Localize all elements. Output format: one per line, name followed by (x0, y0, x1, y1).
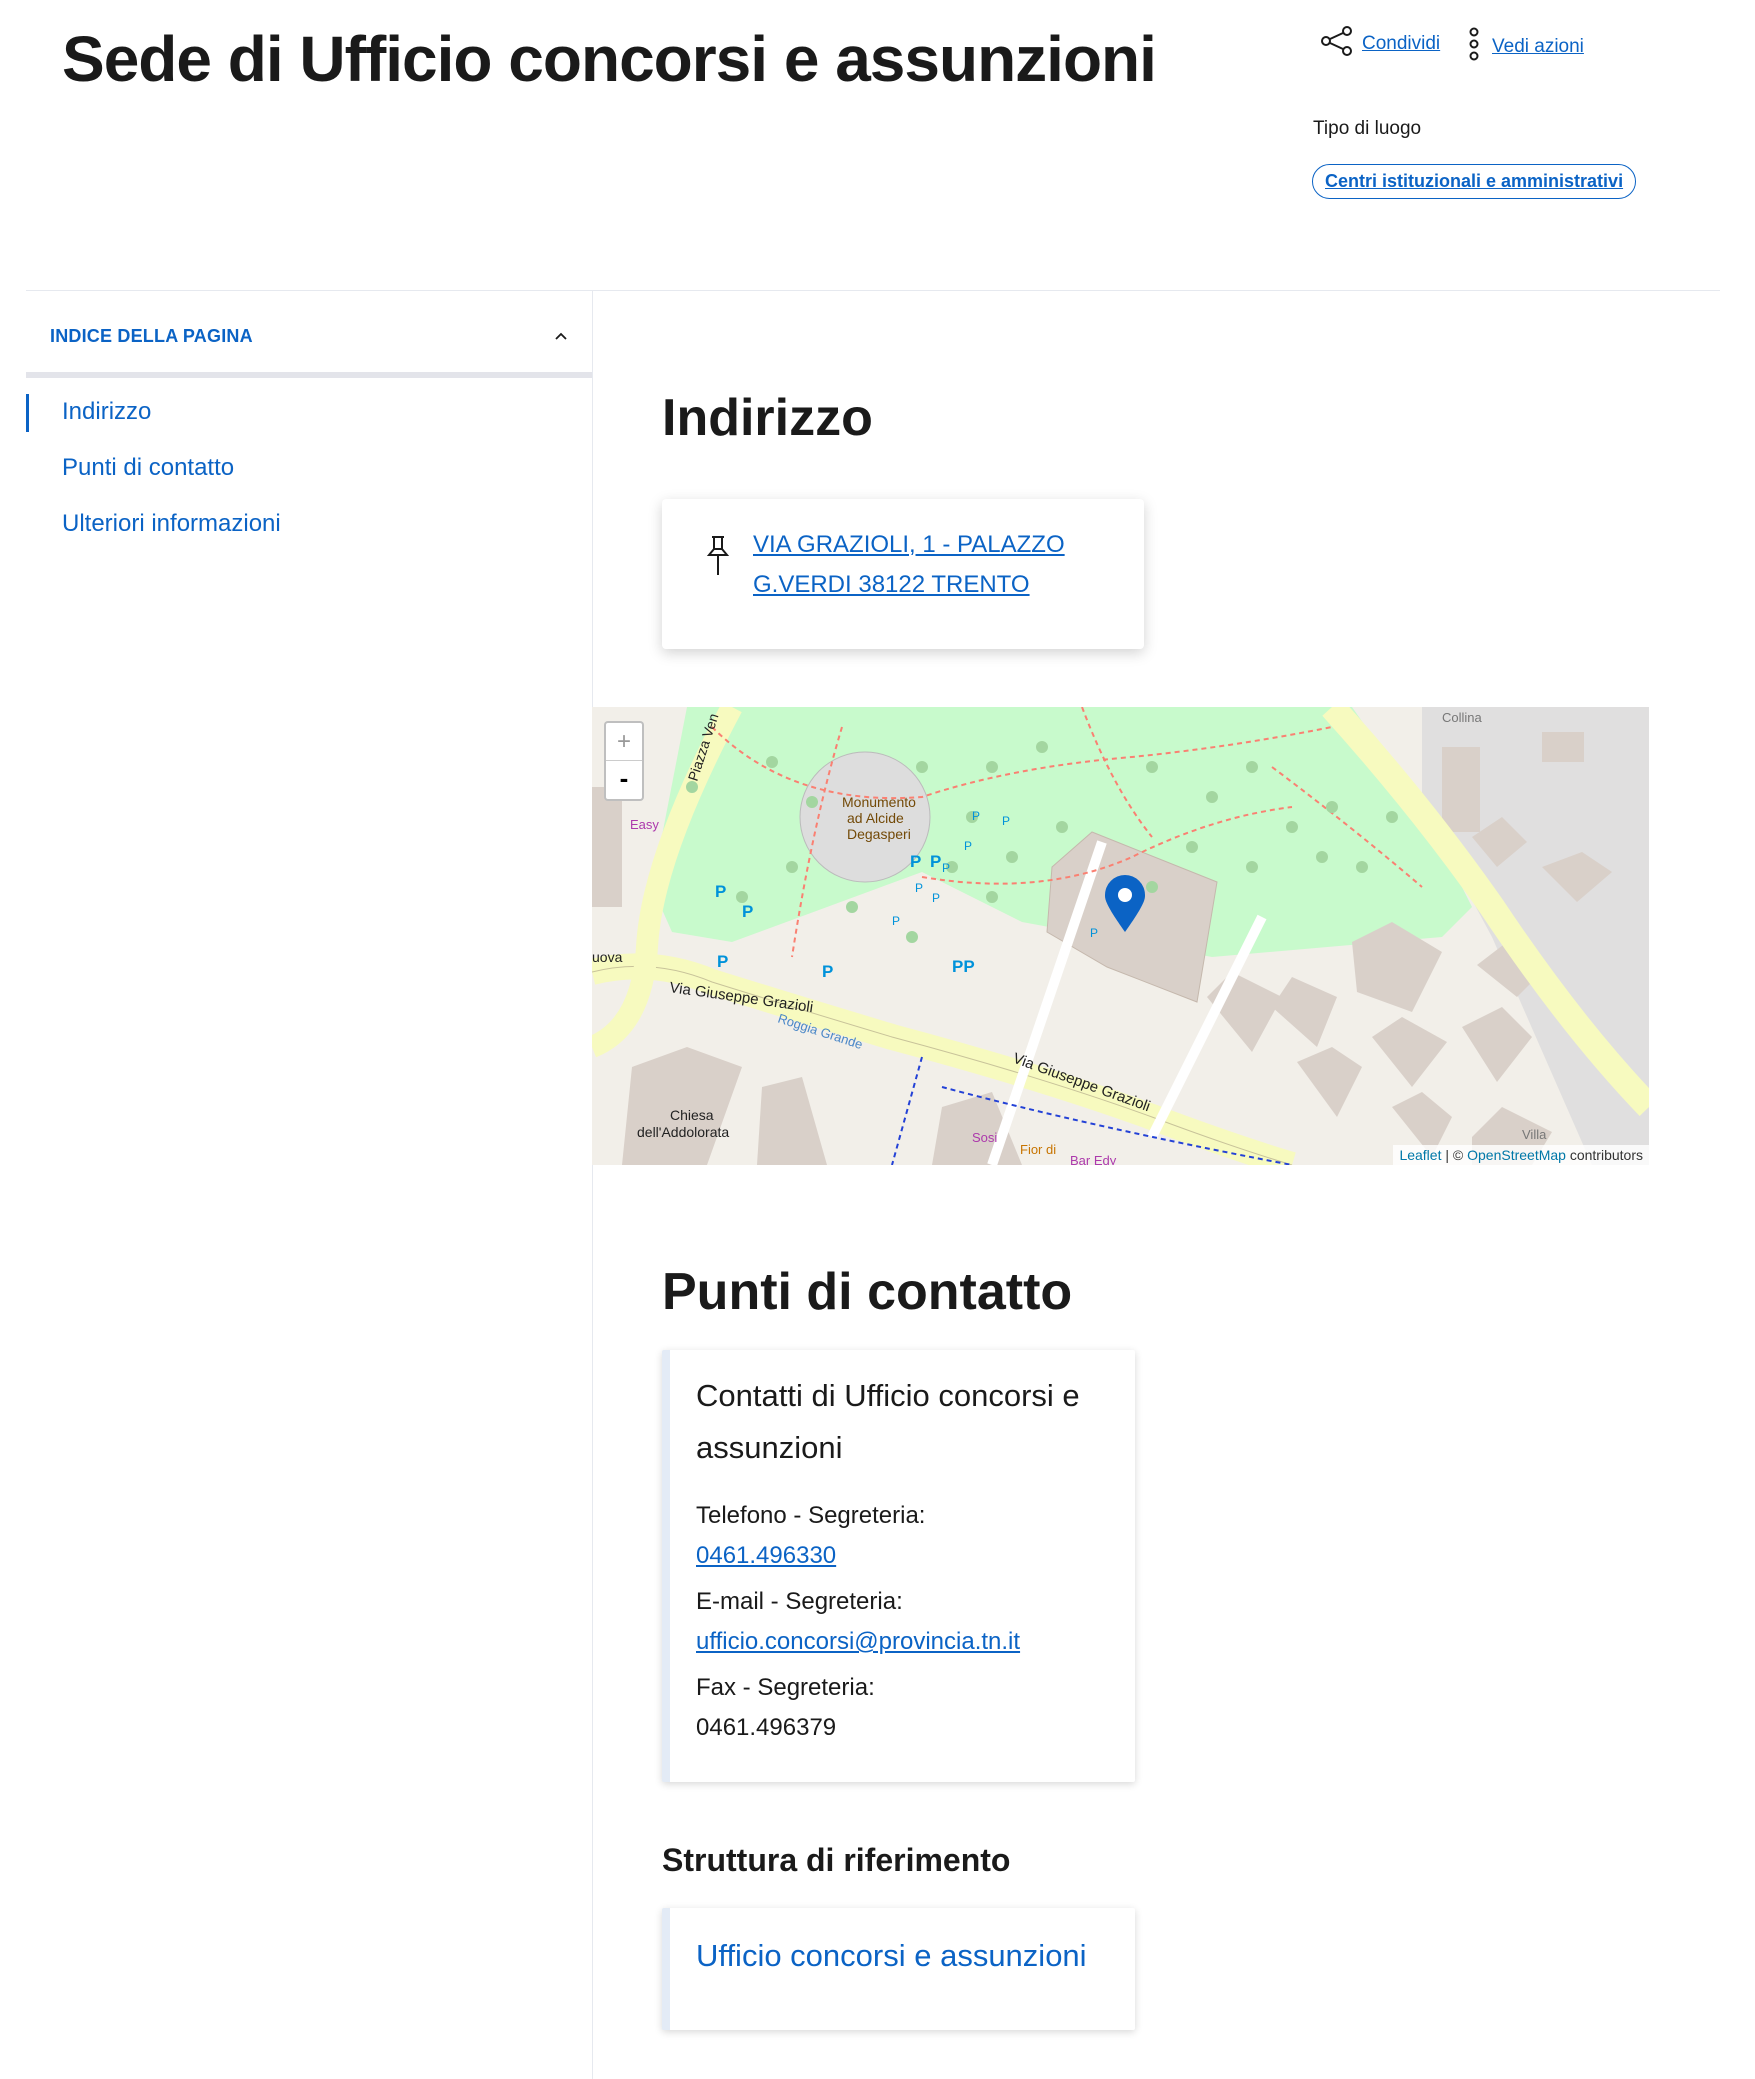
svg-text:P: P (942, 861, 950, 875)
svg-text:dell'Addolorata: dell'Addolorata (637, 1124, 729, 1140)
contact-card: Contatti di Ufficio concorsi e assunzion… (662, 1350, 1135, 1782)
actions-menu[interactable]: Vedi azioni (1468, 26, 1584, 68)
svg-text:Easy: Easy (630, 817, 659, 832)
leaflet-link[interactable]: Leaflet (1399, 1147, 1441, 1163)
svg-text:P: P (717, 952, 728, 971)
place-type-chip[interactable]: Centri istituzionali e amministrativi (1312, 164, 1637, 199)
svg-text:P: P (742, 902, 753, 921)
fax-value: 0461.496379 (696, 1714, 837, 1741)
svg-text:P: P (915, 881, 923, 895)
reference-heading: Struttura di riferimento (662, 1842, 1011, 1878)
chevron-up-icon (554, 328, 568, 346)
share-icon (1320, 26, 1354, 62)
svg-text:P: P (1090, 926, 1098, 940)
email-label: E-mail - Segreteria: (696, 1588, 903, 1615)
svg-text:P: P (932, 891, 940, 905)
map-attribution: Leaflet | © OpenStreetMap contributors (1393, 1145, 1649, 1165)
map-tiles: PPP PPP PP PPP PP P PP Monumento ad Alcid… (592, 707, 1649, 1165)
svg-text:uova: uova (592, 949, 623, 965)
svg-text:P: P (964, 839, 972, 853)
svg-text:Sosi: Sosi (972, 1130, 997, 1145)
share-link[interactable]: Condividi (1362, 33, 1440, 55)
svg-text:Chiesa: Chiesa (670, 1107, 714, 1123)
svg-text:PP: PP (952, 957, 975, 976)
page-title: Sede di Ufficio concorsi e assunzioni (62, 23, 1157, 95)
svg-text:Bar Edy: Bar Edy (1070, 1153, 1117, 1165)
svg-text:Degasperi: Degasperi (847, 826, 911, 842)
svg-text:Monumento: Monumento (842, 794, 916, 810)
svg-text:Collina: Collina (1442, 710, 1483, 725)
address-line-2: G.VERDI 38122 TRENTO (753, 571, 1030, 598)
zoom-out-button[interactable]: - (606, 761, 642, 798)
svg-text:P: P (1002, 814, 1010, 828)
svg-text:P: P (972, 809, 980, 823)
svg-text:P: P (930, 852, 941, 871)
index-item-indirizzo[interactable]: Indirizzo (62, 398, 151, 426)
place-type-label: Tipo di luogo (1313, 118, 1422, 139)
sidebar-divider (592, 291, 593, 2079)
svg-text:Villa: Villa (1522, 1127, 1547, 1142)
phone-label: Telefono - Segreteria: (696, 1502, 926, 1529)
share-action[interactable]: Condividi (1320, 26, 1440, 62)
active-index-indicator (26, 394, 29, 432)
reference-link[interactable]: Ufficio concorsi e assunzioni (696, 1938, 1087, 1974)
attribution-tail: contributors (1565, 1147, 1643, 1163)
contacts-heading: Punti di contatto (662, 1263, 1073, 1321)
reference-card: Ufficio concorsi e assunzioni (662, 1908, 1135, 2030)
svg-text:P: P (892, 914, 900, 928)
svg-text:P: P (822, 962, 833, 981)
address-line-1: VIA GRAZIOLI, 1 - PALAZZO (753, 531, 1065, 558)
address-link[interactable]: VIA GRAZIOLI, 1 - PALAZZO G.VERDI 38122 … (753, 525, 1103, 605)
phone-link[interactable]: 0461.496330 (696, 1542, 836, 1570)
actions-link[interactable]: Vedi azioni (1492, 36, 1584, 58)
page-index-toggle[interactable]: INDICE DELLA PAGINA (26, 316, 592, 378)
header-divider (26, 290, 1720, 291)
address-heading: Indirizzo (662, 389, 873, 447)
pin-icon (706, 535, 730, 582)
zoom-in-button[interactable]: + (606, 723, 642, 761)
page-index-title: INDICE DELLA PAGINA (50, 326, 253, 346)
more-vertical-icon (1468, 26, 1480, 68)
attribution-separator: | © (1441, 1147, 1468, 1163)
index-item-ulteriori-informazioni[interactable]: Ulteriori informazioni (62, 510, 281, 538)
svg-text:P: P (715, 882, 726, 901)
email-link[interactable]: ufficio.concorsi@provincia.tn.it (696, 1628, 1020, 1656)
address-card: VIA GRAZIOLI, 1 - PALAZZO G.VERDI 38122 … (662, 499, 1144, 649)
svg-text:ad Alcide: ad Alcide (847, 810, 904, 826)
openstreetmap-link[interactable]: OpenStreetMap (1467, 1147, 1566, 1163)
contact-card-title: Contatti di Ufficio concorsi e assunzion… (696, 1378, 1080, 1465)
svg-text:Fior di: Fior di (1020, 1142, 1056, 1157)
index-item-punti-di-contatto[interactable]: Punti di contatto (62, 454, 234, 482)
fax-label: Fax - Segreteria: (696, 1674, 875, 1701)
zoom-controls: + - (604, 721, 644, 801)
svg-text:P: P (910, 852, 921, 871)
map[interactable]: PPP PPP PP PPP PPP PP Monumento ad Alcid… (592, 707, 1649, 1165)
